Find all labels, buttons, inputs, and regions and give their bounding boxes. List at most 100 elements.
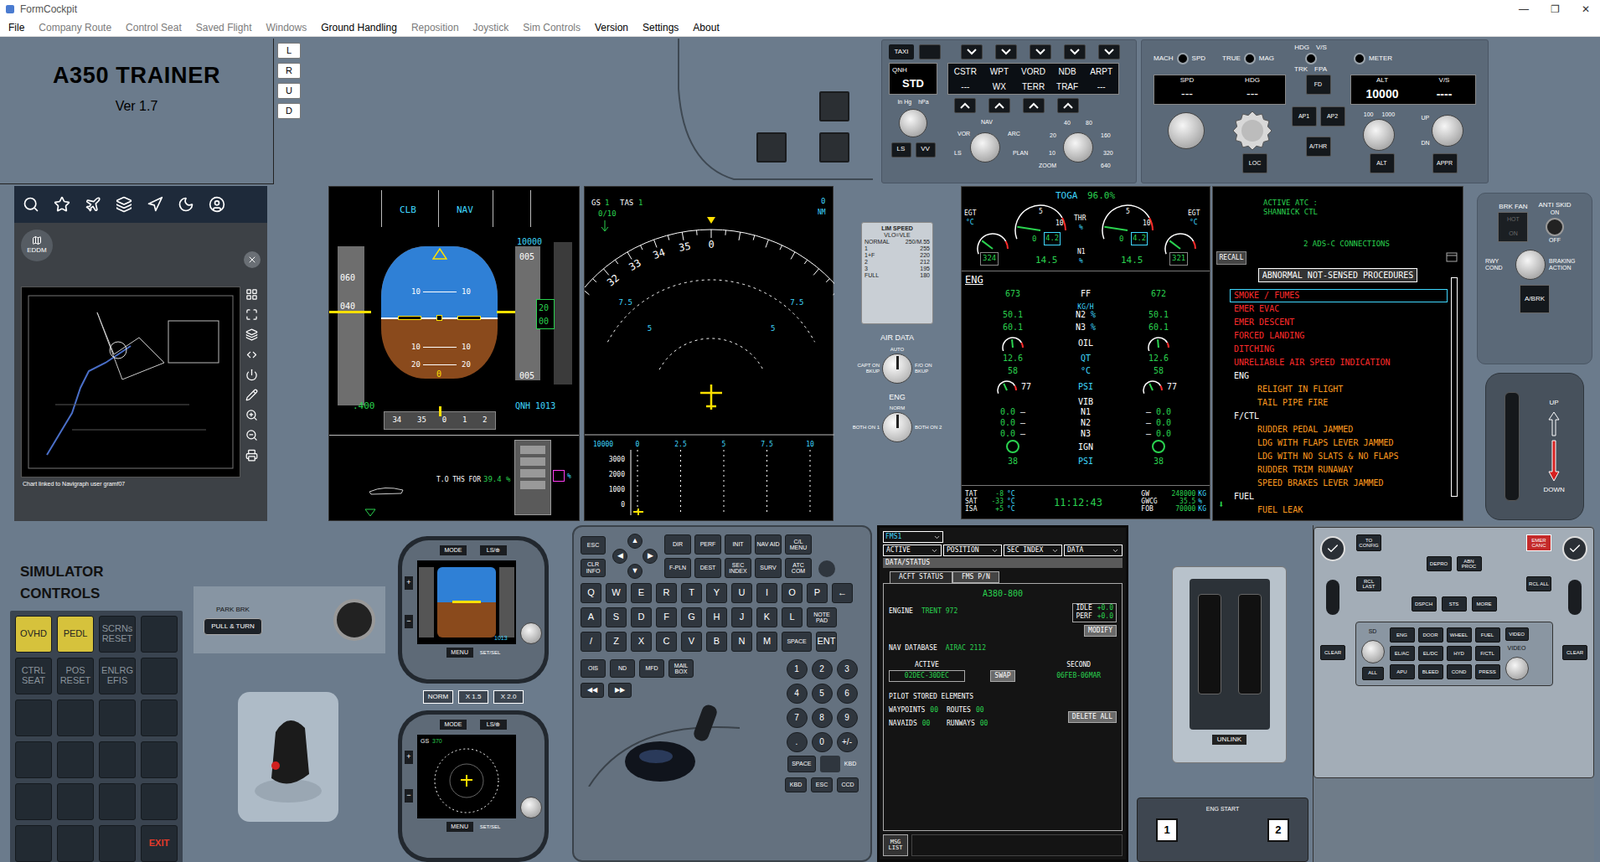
- menu-item[interactable]: Reposition: [411, 20, 460, 36]
- rocker-switch[interactable]: [1568, 579, 1582, 615]
- function-key[interactable]: PERF: [694, 534, 722, 555]
- toggle-switch[interactable]: [1243, 52, 1256, 65]
- layers-icon[interactable]: [245, 328, 259, 341]
- procedure-key[interactable]: ABN PROC: [1456, 556, 1482, 572]
- display-key[interactable]: ND: [609, 659, 635, 678]
- gear-lever[interactable]: [1504, 392, 1520, 501]
- printer-icon[interactable]: [245, 449, 259, 462]
- window-control[interactable]: ❐: [1550, 1, 1560, 17]
- sim-control-button[interactable]: EXIT: [140, 825, 178, 862]
- athr-button[interactable]: A/THR: [1305, 136, 1332, 157]
- plus-button[interactable]: +: [404, 750, 413, 764]
- thrust-lever[interactable]: [1197, 593, 1222, 695]
- sim-control-button[interactable]: PEDL: [56, 615, 94, 653]
- window-control[interactable]: —: [1518, 1, 1529, 17]
- alt-button[interactable]: ALT: [1369, 153, 1395, 174]
- keyboard-key[interactable]: P: [806, 583, 828, 604]
- mode-button[interactable]: MODE: [439, 545, 467, 556]
- menu-item[interactable]: Company Route: [38, 20, 112, 36]
- sim-control-button[interactable]: OVHD: [15, 615, 52, 653]
- blank-key[interactable]: [818, 560, 836, 578]
- procedure-item[interactable]: RELIGHT IN FLIGHT: [1229, 382, 1448, 397]
- keyboard-key[interactable]: H: [706, 607, 728, 628]
- function-key[interactable]: C/L MENU: [784, 534, 812, 555]
- keyboard-key[interactable]: R: [655, 583, 677, 604]
- procedure-item[interactable]: DITCHING: [1229, 342, 1448, 357]
- keyboard-key[interactable]: Y: [706, 583, 728, 604]
- view-button[interactable]: U: [277, 82, 301, 99]
- numpad-key[interactable]: 0: [811, 732, 833, 753]
- zoom-out-icon[interactable]: [245, 428, 259, 442]
- sim-control-button[interactable]: [98, 741, 136, 779]
- menu-item[interactable]: About: [692, 20, 719, 36]
- nav-key[interactable]: ESC: [580, 536, 606, 555]
- mode-button[interactable]: MODE: [439, 719, 467, 730]
- system-page-key[interactable]: EL/AC: [1389, 645, 1415, 661]
- keyboard-key[interactable]: V: [681, 631, 702, 652]
- park-brake-handle[interactable]: PULL & TURN: [203, 618, 263, 635]
- keyboard-key[interactable]: U: [731, 583, 753, 604]
- recall-key[interactable]: RCL LAST: [1356, 576, 1382, 592]
- hdg-knob-icon[interactable]: [1232, 110, 1273, 151]
- swap-button[interactable]: SWAP: [990, 670, 1015, 682]
- engine-master-switch[interactable]: 1: [1156, 818, 1178, 842]
- selector-knob[interactable]: [882, 412, 913, 443]
- selector-knob[interactable]: [882, 353, 913, 384]
- numpad-key[interactable]: 1: [786, 659, 808, 680]
- keyboard-key[interactable]: SPACE: [781, 631, 812, 652]
- status-key[interactable]: STS: [1441, 596, 1467, 612]
- keyboard-key[interactable]: T: [681, 583, 702, 604]
- system-page-key[interactable]: COND: [1446, 664, 1472, 680]
- keyboard-key[interactable]: C: [655, 631, 677, 652]
- menu-item[interactable]: Windows: [265, 20, 307, 36]
- keyboard-key[interactable]: D: [630, 607, 652, 628]
- autobrake-knob[interactable]: [1515, 249, 1546, 280]
- minus-button[interactable]: −: [404, 789, 413, 803]
- system-page-key[interactable]: BLEED: [1418, 664, 1444, 680]
- sim-control-button[interactable]: [56, 741, 94, 779]
- fms-selector[interactable]: FMS1: [882, 531, 944, 543]
- system-page-key[interactable]: PRESS: [1475, 664, 1501, 680]
- view-button[interactable]: D: [277, 103, 301, 119]
- keyboard-key[interactable]: ←: [831, 583, 853, 604]
- ls-button[interactable]: LS/⊕: [480, 545, 507, 556]
- msg-list-button[interactable]: MSG LIST: [882, 834, 909, 857]
- autopilot-button[interactable]: AP1: [1291, 106, 1317, 127]
- ls-button[interactable]: LS/⊕: [480, 719, 507, 730]
- confirm-button[interactable]: [1562, 536, 1588, 562]
- nd-range-knob[interactable]: [1063, 132, 1094, 163]
- keyboard-key[interactable]: NOTE PAD: [806, 607, 837, 628]
- efis-blank-button[interactable]: [918, 44, 941, 60]
- function-key[interactable]: ATC COM: [784, 557, 812, 579]
- procedure-item[interactable]: RUDDER TRIM RUNAWAY: [1229, 463, 1448, 477]
- menu-item[interactable]: Control Seat: [125, 20, 182, 36]
- keyboard-key[interactable]: X: [630, 631, 652, 652]
- status-key[interactable]: MORE: [1471, 596, 1497, 612]
- moon-icon[interactable]: [177, 196, 195, 213]
- efis-up-button[interactable]: [1022, 98, 1045, 114]
- efis-down-button[interactable]: [960, 44, 983, 60]
- sim-control-button[interactable]: ENLRG EFIS: [98, 657, 136, 695]
- close-button[interactable]: [243, 251, 261, 269]
- efis-up-button[interactable]: [988, 98, 1011, 114]
- sim-control-button[interactable]: [140, 783, 178, 821]
- sim-control-button[interactable]: [56, 699, 94, 737]
- sim-control-button[interactable]: [15, 741, 52, 779]
- zoom-in-icon[interactable]: [245, 408, 259, 422]
- menu-item[interactable]: File: [8, 20, 25, 36]
- delete-all-button[interactable]: DELETE ALL: [1068, 711, 1117, 723]
- procedure-item[interactable]: FUEL: [1229, 490, 1448, 504]
- sim-control-button[interactable]: [15, 699, 52, 737]
- video-key[interactable]: VIDEO: [1505, 627, 1529, 641]
- arrow-key[interactable]: ◀: [612, 548, 628, 564]
- menu-item[interactable]: Saved Flight: [196, 20, 253, 36]
- sim-control-button[interactable]: [140, 741, 178, 779]
- system-page-key[interactable]: FUEL: [1475, 627, 1501, 643]
- sim-control-button[interactable]: [98, 699, 136, 737]
- to-config-button[interactable]: TO CONFIG: [1356, 534, 1382, 552]
- appr-button[interactable]: APPR: [1432, 153, 1458, 174]
- procedure-item[interactable]: ENG: [1229, 369, 1448, 383]
- keyboard-key[interactable]: K: [756, 607, 778, 628]
- keyboard-key[interactable]: O: [781, 583, 803, 604]
- procedure-item[interactable]: F/CTL: [1229, 409, 1448, 424]
